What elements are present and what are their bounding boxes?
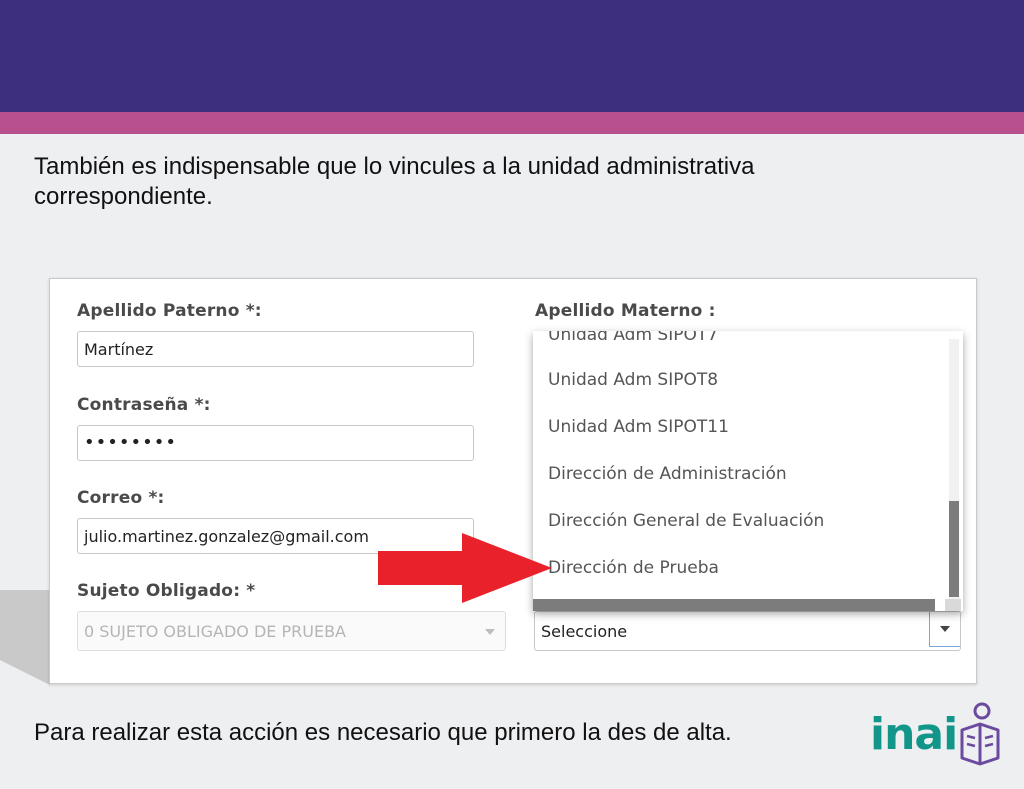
unidad-dropdown-list[interactable]: Unidad Adm SIPOT7 Unidad Adm SIPOT8 Unid… <box>533 331 963 611</box>
sujeto-obligado-label: Sujeto Obligado: * <box>77 581 256 601</box>
dropdown-scrollbar-thumb[interactable] <box>949 501 959 597</box>
chevron-down-icon <box>485 629 495 635</box>
unidad-administrativa-select[interactable]: Seleccione <box>534 611 961 651</box>
chevron-down-icon <box>940 626 950 632</box>
dropdown-option[interactable]: Dirección General de Evaluación <box>548 511 824 531</box>
dropdown-option[interactable]: Unidad Adm SIPOT8 <box>548 370 718 390</box>
logo-text: inai <box>870 709 958 760</box>
user-form-screenshot: Apellido Paterno *: Martínez Apellido Ma… <box>49 278 977 684</box>
red-arrow-icon <box>378 533 552 603</box>
horizontal-scrollbar[interactable] <box>533 599 935 611</box>
correo-label: Correo *: <box>77 488 165 508</box>
dropdown-option[interactable]: Dirección de Prueba <box>548 558 719 578</box>
scrollbar-corner <box>945 599 961 611</box>
unidad-select-value: Seleccione <box>541 622 628 641</box>
dropdown-option[interactable]: Dirección de Administración <box>548 464 787 484</box>
outro-text: Para realizar esta acción es necesario q… <box>34 719 732 746</box>
inai-logo: inai <box>870 702 1000 768</box>
sujeto-obligado-select: 0 SUJETO OBLIGADO DE PRUEBA <box>77 611 506 651</box>
sujeto-obligado-value: 0 SUJETO OBLIGADO DE PRUEBA <box>84 622 346 641</box>
dropdown-option[interactable]: Unidad Adm SIPOT7 <box>548 331 718 345</box>
accent-band <box>0 112 1024 134</box>
inai-book-person-icon <box>960 702 1000 766</box>
apellido-materno-label: Apellido Materno : <box>535 301 716 321</box>
contrasena-label: Contraseña *: <box>77 395 211 415</box>
apellido-paterno-input[interactable]: Martínez <box>77 331 474 367</box>
dropdown-option[interactable]: Unidad Adm SIPOT11 <box>548 417 729 437</box>
select-toggle-button[interactable] <box>929 612 960 647</box>
apellido-paterno-label: Apellido Paterno *: <box>77 301 262 321</box>
intro-text: También es indispensable que lo vincules… <box>34 153 755 210</box>
password-input[interactable]: •••••••• <box>77 425 474 461</box>
header-band <box>0 0 1024 112</box>
